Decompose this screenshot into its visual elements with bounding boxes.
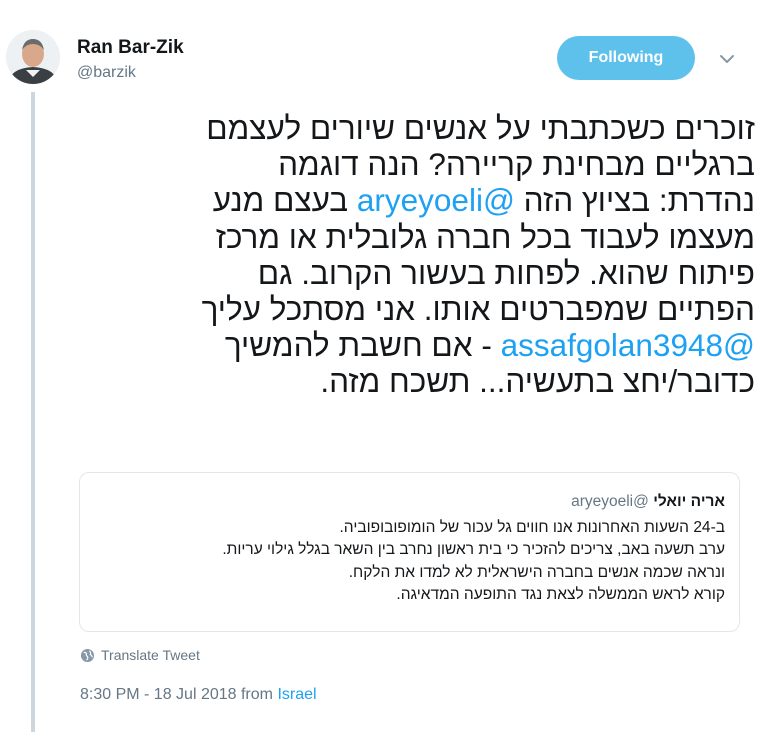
mention-link[interactable]: @assafgolan3948 [501,327,755,363]
quoted-tweet-card[interactable]: אריה יואלי @aryeyoeli ב-24 השעות האחרונו… [79,472,740,632]
chevron-down-icon[interactable] [715,47,739,71]
quoted-line: ב-24 השעות האחרונות אנו חווים גל עכור של… [339,519,726,536]
quoted-line: קורא לראש הממשלה לצאת נגד התופעה המדאיגה… [396,586,725,604]
quoted-author-name: אריה יואלי [653,493,725,510]
tweet-line: זוכרים כשכתבתי על אנשים שיורים לעצמם [206,110,755,146]
globe-icon [80,648,95,662]
quoted-tweet-text: ב-24 השעות האחרונות אנו חווים גל עכור של… [222,517,725,607]
tweet-line-text: נהדרת: בציוץ הזה [514,182,755,219]
quoted-line: ונראה שכמה אנשים בחברה הישראלית לא למדו … [348,563,725,581]
timestamp[interactable]: 8:30 PM - 18 Jul 2018 from [80,686,277,703]
following-button[interactable]: Following [557,36,695,80]
mention-link[interactable]: @aryeyoeli [357,182,515,218]
translate-tweet-link[interactable]: Translate Tweet [80,647,200,663]
tweet-line: ברגליים מבחינת קריירה? הנה דוגמה [278,146,755,183]
tweet-line: פיתוח שהוא. לפחות בעשור הקרוב. גם [257,254,755,291]
author-handle[interactable]: @barzik [77,64,136,82]
quoted-tweet-header: אריה יואלי @aryeyoeli [571,493,725,511]
author-name[interactable]: Ran Bar-Zik [77,37,184,59]
tweet-line: נהדרת: בציוץ הזה @aryeyoeli בעצם מנע [60,182,755,218]
tweet-line-text: בעצם מנע [212,182,357,219]
location-link[interactable]: Israel [277,686,316,703]
tweet-metadata: 8:30 PM - 18 Jul 2018 from Israel [80,686,317,704]
tweet-line: מעצמו לעבוד בכל חברה גלובלית או מרכז [215,218,755,255]
avatar[interactable] [6,30,60,84]
tweet-line: @assafgolan3948 - אם חשבת להמשיך [60,327,755,363]
tweet-line-text: - אם חשבת להמשיך [224,327,501,364]
tweet-line: הפתיים שמפברטים אותו. אני מסתכל עליך [201,290,755,327]
translate-label: Translate Tweet [101,647,200,663]
tweet-text: זוכרים כשכתבתי על אנשים שיורים לעצמם ברג… [60,110,755,400]
tweet-line: כדובר/יחצ בתעשיה... תשכח מזה. [320,363,755,400]
quoted-author-handle: @aryeyoeli [571,493,649,510]
quoted-line: ערב תשעה באב, צריכים להזכיר כי בית ראשון… [222,541,725,559]
thread-connector-line [31,92,35,732]
